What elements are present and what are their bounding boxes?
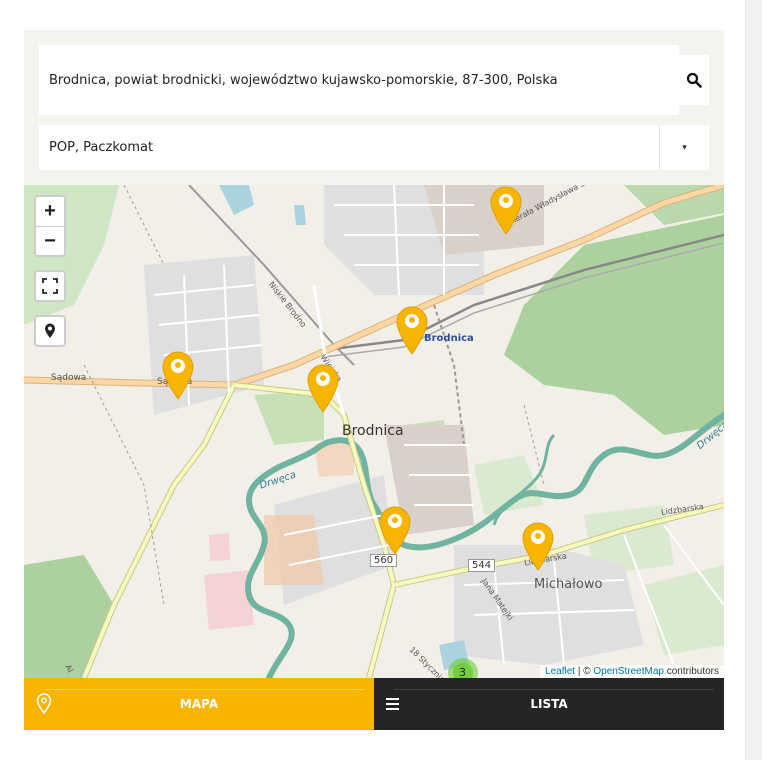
search-icon: [686, 72, 702, 88]
point-type-selected: POP, Paczkomat: [49, 140, 154, 155]
point-type-select[interactable]: POP, Paczkomat ▾: [39, 125, 709, 170]
page-scrollbar[interactable]: [745, 0, 762, 760]
map[interactable]: Brodnica Brodnica Michałowo Drwęca Drwęc…: [24, 185, 724, 678]
paczkomat-marker[interactable]: [521, 521, 555, 571]
search-input[interactable]: [39, 45, 679, 115]
paczkomat-finder-panel: POP, Paczkomat ▾: [24, 30, 724, 730]
paczkomat-marker[interactable]: [395, 305, 429, 355]
zoom-in-button[interactable]: +: [36, 197, 64, 227]
paczkomat-marker[interactable]: [378, 505, 412, 555]
osm-link[interactable]: OpenStreetMap: [593, 666, 664, 677]
tab-divider-line: [44, 689, 364, 690]
attribution-suffix: contributors: [663, 666, 719, 677]
fullscreen-button[interactable]: [34, 270, 66, 302]
map-label-district: Michałowo: [534, 577, 603, 592]
road-number-badge: 560: [370, 554, 398, 567]
tab-divider-line: [394, 689, 714, 690]
tab-map[interactable]: MAPA: [24, 678, 374, 730]
road-number-badge: 544: [468, 559, 496, 572]
tab-list-label: LISTA: [530, 697, 568, 711]
leaflet-link[interactable]: Leaflet: [545, 666, 575, 677]
list-icon: [386, 698, 399, 710]
map-label-street: Sądowa: [51, 373, 87, 383]
search-button[interactable]: [679, 55, 709, 105]
map-label-station: Brodnica: [424, 333, 474, 344]
map-attribution: Leaflet | © OpenStreetMap contributors: [540, 665, 724, 678]
paczkomat-marker[interactable]: [489, 185, 523, 235]
fullscreen-icon: [42, 278, 58, 294]
paczkomat-marker[interactable]: [306, 363, 340, 413]
map-label-city: Brodnica: [342, 423, 404, 439]
chevron-down-icon[interactable]: ▾: [659, 125, 709, 170]
tab-map-label: MAPA: [179, 697, 219, 711]
marker-cluster-count[interactable]: 3: [459, 666, 466, 678]
paczkomat-marker[interactable]: [161, 350, 195, 400]
locate-me-button[interactable]: [34, 315, 66, 347]
zoom-control: + −: [34, 195, 66, 257]
view-tabs: MAPA LISTA: [24, 678, 724, 730]
location-pin-icon: [45, 323, 55, 338]
zoom-out-button[interactable]: −: [36, 227, 64, 256]
tab-list[interactable]: LISTA: [374, 678, 724, 730]
attribution-separator: | ©: [575, 666, 594, 677]
search-row: [39, 45, 709, 115]
location-pin-icon: [36, 693, 52, 715]
